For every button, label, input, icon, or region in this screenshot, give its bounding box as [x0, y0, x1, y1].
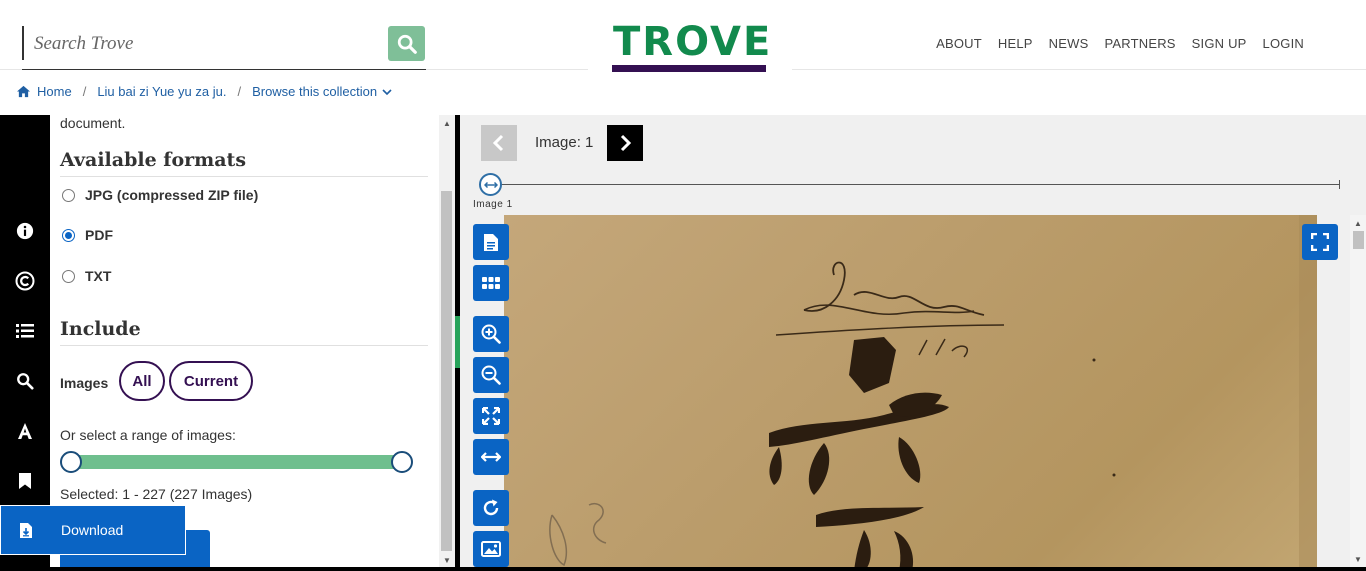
divider: [60, 345, 428, 346]
breadcrumb-separator: /: [237, 84, 242, 99]
nav-help[interactable]: HELP: [998, 36, 1033, 51]
grid-icon: [482, 277, 500, 289]
search-bar: [22, 26, 426, 70]
divider: [60, 176, 428, 177]
rotate-button[interactable]: [473, 490, 509, 526]
formats-heading: Available formats: [60, 149, 247, 171]
format-option-jpg[interactable]: JPG (compressed ZIP file): [62, 187, 258, 203]
fit-width-button[interactable]: [473, 439, 509, 475]
list-icon[interactable]: [14, 320, 36, 342]
range-label: Or select a range of images:: [60, 427, 236, 443]
calligraphy-drawing: [549, 215, 1317, 571]
next-image-button[interactable]: [607, 125, 643, 161]
range-max-handle[interactable]: [391, 451, 413, 473]
rotate-icon: [483, 499, 499, 516]
download-icon: [20, 523, 32, 538]
nav-sign-up[interactable]: SIGN UP: [1192, 36, 1247, 51]
scroll-thumb[interactable]: [1353, 231, 1364, 249]
include-heading: Include: [60, 318, 141, 340]
top-nav: ABOUT HELP NEWS PARTNERS SIGN UP LOGIN: [936, 36, 1304, 51]
grid-view-button[interactable]: [473, 265, 509, 301]
search-icon: [397, 34, 417, 54]
logo-underline: [612, 65, 766, 72]
format-option-txt[interactable]: TXT: [62, 268, 111, 284]
search-input[interactable]: [34, 28, 374, 60]
image-counter: Image: 1: [535, 134, 594, 151]
breadcrumb-home[interactable]: Home: [37, 84, 72, 99]
image-slider-end: [1339, 180, 1340, 189]
nav-login[interactable]: LOGIN: [1263, 36, 1304, 51]
format-label: JPG (compressed ZIP file): [85, 187, 259, 203]
bookmark-icon[interactable]: [14, 470, 36, 492]
range-min-handle[interactable]: [60, 451, 82, 473]
panel-text: document.: [60, 115, 126, 131]
chevron-left-icon: [492, 134, 504, 152]
chevron-right-icon: [620, 134, 632, 152]
home-icon: [17, 85, 30, 98]
zoom-in-icon: [481, 324, 501, 344]
radio-button-checked[interactable]: [62, 228, 75, 242]
format-label: PDF: [85, 227, 113, 243]
scanned-page-image[interactable]: [504, 215, 1317, 571]
image-slider-label: Image 1: [473, 199, 513, 210]
scroll-up-arrow[interactable]: ▲: [443, 119, 451, 128]
download-tab[interactable]: Download: [0, 505, 186, 555]
fullscreen-button[interactable]: [1302, 224, 1338, 260]
fit-page-button[interactable]: [473, 398, 509, 434]
radio-button[interactable]: [62, 269, 75, 283]
image-slider-track[interactable]: [490, 184, 1340, 185]
selected-range-text: Selected: 1 - 227 (227 Images): [60, 486, 253, 502]
previous-image-button[interactable]: [481, 125, 517, 161]
scroll-down-arrow[interactable]: ▼: [1354, 555, 1362, 564]
breadcrumb-separator: /: [82, 84, 87, 99]
bottom-border: [0, 567, 1366, 571]
download-panel: document. Available formats JPG (compres…: [50, 115, 439, 571]
format-label: TXT: [85, 268, 112, 284]
image-icon: [481, 541, 501, 557]
zoom-out-icon: [481, 365, 501, 385]
download-tab-label: Download: [61, 522, 124, 538]
text-size-icon[interactable]: [14, 420, 36, 442]
scroll-thumb[interactable]: [441, 191, 452, 551]
horizontal-arrows-icon: [481, 452, 501, 462]
zoom-in-button[interactable]: [473, 316, 509, 352]
images-label: Images: [60, 375, 109, 391]
viewer-scrollbar[interactable]: ▲ ▼: [1350, 215, 1366, 571]
logo-text: TROVE: [613, 19, 773, 65]
fullscreen-icon: [1311, 233, 1329, 251]
current-image-button[interactable]: Current: [169, 361, 253, 401]
image-button[interactable]: [473, 531, 509, 567]
panel-scrollbar[interactable]: ▲ ▼: [439, 115, 455, 571]
horizontal-arrows-icon: [483, 181, 498, 188]
expand-arrows-icon: [482, 407, 500, 425]
breadcrumb: Home / Liu bai zi Yue yu za ju. / Browse…: [16, 84, 392, 99]
scroll-down-arrow[interactable]: ▼: [443, 556, 451, 565]
image-slider-handle[interactable]: [479, 173, 502, 196]
range-track[interactable]: [70, 455, 404, 469]
nav-partners[interactable]: PARTNERS: [1104, 36, 1175, 51]
search-bar-accent: [22, 26, 24, 60]
format-option-pdf[interactable]: PDF: [62, 227, 113, 243]
breadcrumb-item[interactable]: Liu bai zi Yue yu za ju.: [97, 84, 226, 99]
copyright-icon[interactable]: [14, 270, 36, 292]
info-icon[interactable]: [14, 220, 36, 242]
scroll-up-arrow[interactable]: ▲: [1354, 219, 1362, 228]
nav-news[interactable]: NEWS: [1049, 36, 1089, 51]
trove-logo[interactable]: TROVE: [588, 18, 792, 78]
tools-sidebar: [0, 115, 50, 571]
nav-about[interactable]: ABOUT: [936, 36, 982, 51]
search-button[interactable]: [388, 26, 425, 61]
chevron-down-icon[interactable]: [382, 88, 392, 96]
image-viewer: Image: 1 Image 1 ▲ ▼: [460, 115, 1366, 571]
all-images-button[interactable]: All: [119, 361, 165, 401]
document-icon: [484, 233, 498, 251]
search-icon[interactable]: [14, 370, 36, 392]
radio-button[interactable]: [62, 188, 75, 202]
breadcrumb-browse[interactable]: Browse this collection: [252, 84, 377, 99]
zoom-out-button[interactable]: [473, 357, 509, 393]
site-header: TROVE ABOUT HELP NEWS PARTNERS SIGN UP L…: [0, 0, 1366, 78]
page-view-button[interactable]: [473, 224, 509, 260]
